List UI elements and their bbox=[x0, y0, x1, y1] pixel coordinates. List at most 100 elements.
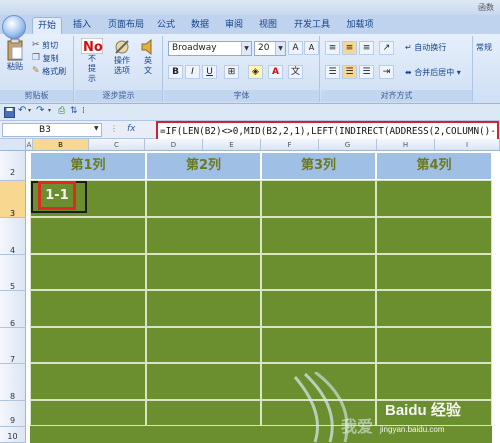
row-header-7[interactable]: 7 bbox=[0, 328, 26, 364]
cell-b3-value[interactable]: 1-1 bbox=[38, 181, 76, 210]
tab-home[interactable]: 开始 bbox=[32, 17, 62, 34]
customize-toolbar-icon[interactable]: ⁞ bbox=[82, 106, 85, 116]
table-cell[interactable] bbox=[376, 327, 492, 363]
table-cell[interactable] bbox=[261, 327, 376, 363]
table-cell[interactable] bbox=[30, 254, 146, 290]
column-header-a[interactable]: A bbox=[26, 139, 33, 151]
align-top-button[interactable]: ≡ bbox=[325, 41, 340, 55]
insert-function-icon[interactable]: fx bbox=[127, 124, 136, 134]
table-cell[interactable] bbox=[146, 400, 261, 426]
redo-icon[interactable]: ↷ bbox=[36, 105, 44, 116]
name-box[interactable]: B3 bbox=[2, 123, 102, 137]
indent-button[interactable]: ⇥ bbox=[379, 65, 394, 79]
table-cell[interactable] bbox=[261, 180, 376, 217]
row-header-4[interactable]: 4 bbox=[0, 218, 26, 255]
table-cell[interactable] bbox=[261, 254, 376, 290]
merge-center-button[interactable]: ⬌ 合并后居中 ▾ bbox=[405, 67, 461, 78]
tab-review[interactable]: 审阅 bbox=[220, 17, 248, 34]
header-cell-col2[interactable]: 第2列 bbox=[146, 152, 261, 180]
align-left-button[interactable]: ☰ bbox=[325, 65, 340, 79]
borders-button[interactable]: ⊞ bbox=[224, 65, 239, 79]
row-header-5[interactable]: 5 bbox=[0, 255, 26, 291]
tab-developer[interactable]: 开发工具 bbox=[288, 17, 336, 34]
row-header-2[interactable]: 2 bbox=[0, 151, 26, 181]
table-cell[interactable] bbox=[30, 217, 146, 254]
row-header-8[interactable]: 8 bbox=[0, 364, 26, 401]
table-cell[interactable] bbox=[146, 180, 261, 217]
row-header-10[interactable]: 10 bbox=[0, 427, 26, 443]
tab-addins[interactable]: 加载项 bbox=[340, 17, 380, 34]
column-header-e[interactable]: E bbox=[203, 139, 261, 151]
chevron-down-icon[interactable]: ▾ bbox=[28, 107, 31, 114]
no-prompt-button[interactable]: No 不提示 bbox=[79, 38, 105, 84]
chevron-down-icon[interactable]: ▾ bbox=[457, 68, 461, 77]
table-cell[interactable] bbox=[30, 290, 146, 327]
table-cell[interactable] bbox=[376, 180, 492, 217]
column-header-f[interactable]: F bbox=[261, 139, 319, 151]
font-name-combo[interactable]: Broadway ▼ bbox=[168, 41, 252, 56]
office-button[interactable] bbox=[2, 15, 26, 39]
align-center-button[interactable]: ☰ bbox=[342, 65, 357, 79]
row-header-6[interactable]: 6 bbox=[0, 291, 26, 328]
table-cell[interactable] bbox=[261, 290, 376, 327]
row-header-3[interactable]: 3 bbox=[0, 181, 26, 218]
bold-button[interactable]: B bbox=[168, 65, 183, 79]
tab-data[interactable]: 数据 bbox=[186, 17, 214, 34]
underline-button[interactable]: U bbox=[202, 65, 217, 79]
table-cell[interactable] bbox=[30, 400, 146, 426]
align-middle-button[interactable]: ≡ bbox=[342, 41, 357, 55]
column-header-g[interactable]: G bbox=[319, 139, 377, 151]
number-format-combo[interactable]: 常规 bbox=[476, 42, 492, 53]
table-cell[interactable] bbox=[146, 254, 261, 290]
italic-button[interactable]: I bbox=[185, 65, 200, 79]
header-cell-col3[interactable]: 第3列 bbox=[261, 152, 376, 180]
header-cell-col4[interactable]: 第4列 bbox=[376, 152, 492, 180]
header-cell-col1[interactable]: 第1列 bbox=[30, 152, 146, 180]
table-cell[interactable] bbox=[376, 290, 492, 327]
shrink-font-button[interactable]: A bbox=[304, 41, 319, 55]
chevron-down-icon[interactable]: ▼ bbox=[94, 125, 99, 132]
table-cell[interactable] bbox=[146, 217, 261, 254]
sort-icon[interactable]: ⇅ bbox=[70, 106, 78, 116]
column-header-d[interactable]: D bbox=[145, 139, 203, 151]
save-icon[interactable] bbox=[4, 107, 15, 118]
column-header-c[interactable]: C bbox=[89, 139, 145, 151]
align-right-button[interactable]: ☰ bbox=[359, 65, 374, 79]
cut-button[interactable]: ✂ 剪切 bbox=[32, 40, 58, 51]
chevron-down-icon[interactable]: ▼ bbox=[241, 42, 251, 55]
tab-formulas[interactable]: 公式 bbox=[152, 17, 180, 34]
tab-insert[interactable]: 插入 bbox=[68, 17, 96, 34]
table-cell[interactable] bbox=[30, 327, 146, 363]
orientation-button[interactable]: ↗ bbox=[379, 41, 394, 55]
column-header-h[interactable]: H bbox=[377, 139, 435, 151]
font-size-combo[interactable]: 20 ▼ bbox=[254, 41, 286, 56]
grow-font-button[interactable]: A bbox=[288, 41, 303, 55]
font-color-button[interactable]: A bbox=[268, 65, 283, 79]
table-cell[interactable] bbox=[30, 363, 146, 400]
paste-button[interactable]: 粘贴 bbox=[4, 38, 26, 72]
row-header-9[interactable]: 9 bbox=[0, 401, 26, 427]
table-cell[interactable] bbox=[376, 217, 492, 254]
table-cell[interactable] bbox=[146, 327, 261, 363]
column-header-i[interactable]: I bbox=[435, 139, 500, 151]
chevron-down-icon[interactable]: ▾ bbox=[48, 107, 51, 114]
table-cell[interactable] bbox=[376, 254, 492, 290]
operate-options-button[interactable]: 操作选项 bbox=[109, 38, 135, 76]
english-button[interactable]: 英文 bbox=[137, 38, 159, 76]
tab-page-layout[interactable]: 页面布局 bbox=[102, 17, 150, 34]
phonetic-button[interactable]: 文 bbox=[288, 65, 303, 79]
undo-icon[interactable]: ↶ bbox=[18, 105, 26, 116]
select-all-corner[interactable] bbox=[0, 139, 26, 151]
print-preview-icon[interactable]: ⎙ bbox=[58, 106, 65, 116]
column-header-b[interactable]: B bbox=[33, 139, 89, 151]
table-cell[interactable] bbox=[146, 363, 261, 400]
wrap-text-button[interactable]: ↵ 自动换行 bbox=[405, 42, 446, 53]
align-bottom-button[interactable]: ≡ bbox=[359, 41, 374, 55]
table-cell[interactable] bbox=[261, 217, 376, 254]
tab-view[interactable]: 视图 bbox=[254, 17, 282, 34]
fill-color-button[interactable]: ◈ bbox=[248, 65, 263, 79]
chevron-down-icon[interactable]: ▼ bbox=[275, 42, 285, 55]
copy-button[interactable]: ❐ 复制 bbox=[32, 53, 59, 64]
table-cell[interactable] bbox=[146, 290, 261, 327]
format-painter-button[interactable]: ✎ 格式刷 bbox=[32, 66, 66, 77]
